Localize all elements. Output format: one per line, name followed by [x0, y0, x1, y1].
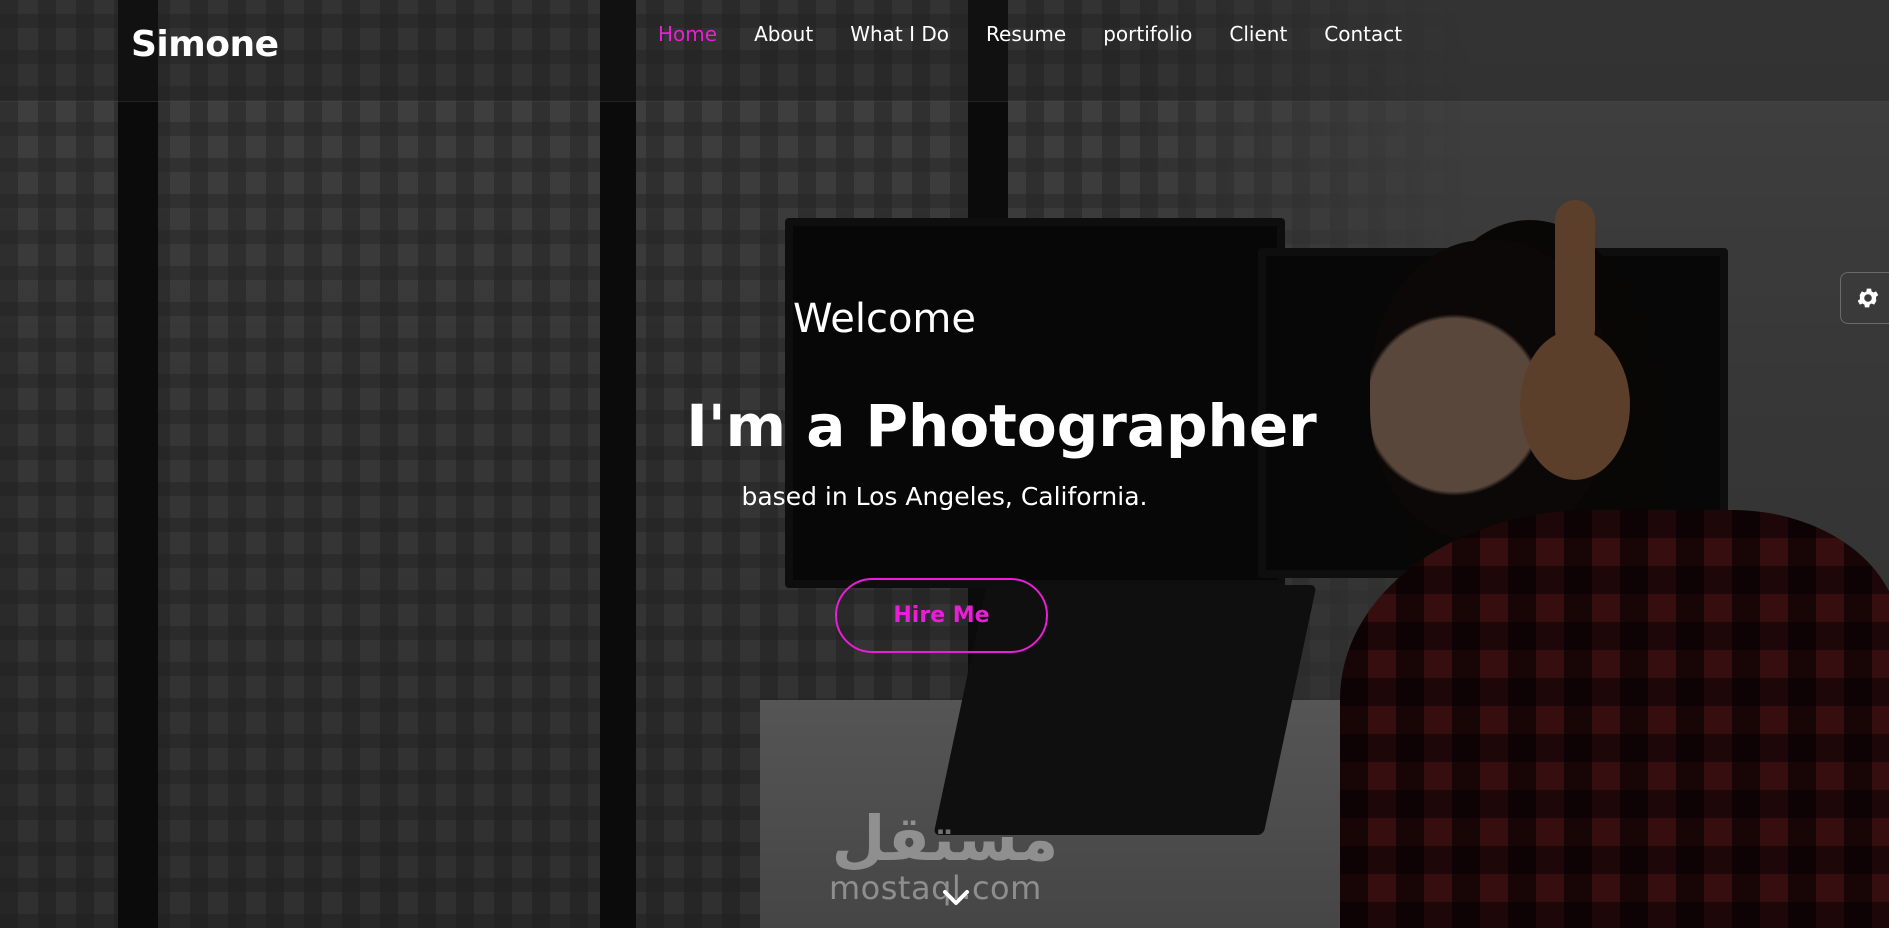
site-header: Simone Home About What I Do Resume porti… [0, 0, 1889, 102]
nav-item-portfolio[interactable]: portifolio [1103, 22, 1192, 46]
page: Simone Home About What I Do Resume porti… [0, 0, 1889, 928]
mostaql-watermark-text: mostaql.com [829, 869, 1042, 907]
nav-item-resume[interactable]: Resume [986, 22, 1066, 46]
nav-item-about[interactable]: About [754, 22, 813, 46]
settings-toggle-button[interactable] [1840, 272, 1889, 324]
nav-item-what-i-do[interactable]: What I Do [850, 22, 949, 46]
hero-subtitle: based in Los Angeles, California. [0, 482, 1889, 511]
gear-icon [1857, 288, 1878, 308]
nav-item-contact[interactable]: Contact [1324, 22, 1402, 46]
nav-item-client[interactable]: Client [1229, 22, 1287, 46]
svg-text:مستقل: مستقل [832, 802, 1059, 875]
main-nav: Home About What I Do Resume portifolio C… [658, 22, 1439, 46]
hire-me-button[interactable]: Hire Me [835, 578, 1048, 653]
hero-welcome: Welcome [0, 296, 1889, 342]
nav-item-home[interactable]: Home [658, 22, 717, 46]
hero-title-text: I'm a Photographer [686, 392, 1317, 460]
chevron-down-icon[interactable] [942, 886, 970, 910]
hero-subtitle-text: based in Los Angeles, California. [741, 482, 1148, 511]
hero-title: I'm a Photographer [0, 392, 1889, 460]
site-logo[interactable]: Simone [131, 24, 279, 65]
hero-welcome-text: Welcome [793, 296, 976, 342]
